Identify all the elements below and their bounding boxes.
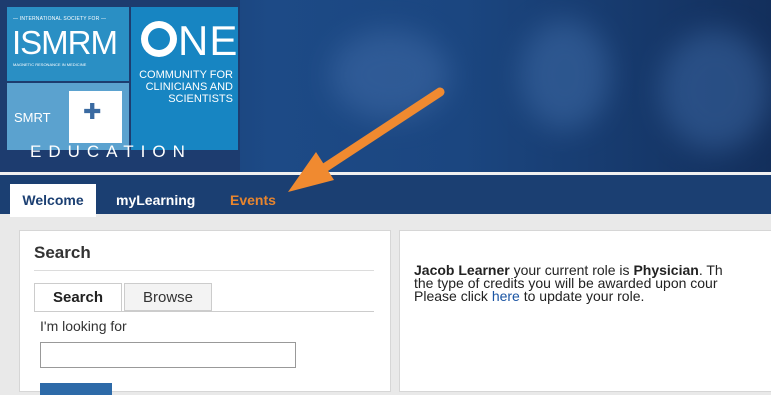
tab-search[interactable]: Search xyxy=(34,283,122,311)
search-input[interactable] xyxy=(40,342,296,368)
search-button[interactable] xyxy=(40,383,112,395)
tab-browse[interactable]: Browse xyxy=(124,283,212,311)
divider xyxy=(34,311,374,312)
divider xyxy=(34,270,374,271)
update-role-link[interactable]: here xyxy=(492,288,520,304)
role-info-panel: Jacob Learner your current role is Physi… xyxy=(399,230,771,392)
search-title: Search xyxy=(34,243,91,262)
looking-for-label: I'm looking for xyxy=(40,318,127,334)
search-panel: Search Search Browse I'm looking for xyxy=(19,230,391,395)
role-message: Jacob Learner your current role is Physi… xyxy=(414,262,723,304)
